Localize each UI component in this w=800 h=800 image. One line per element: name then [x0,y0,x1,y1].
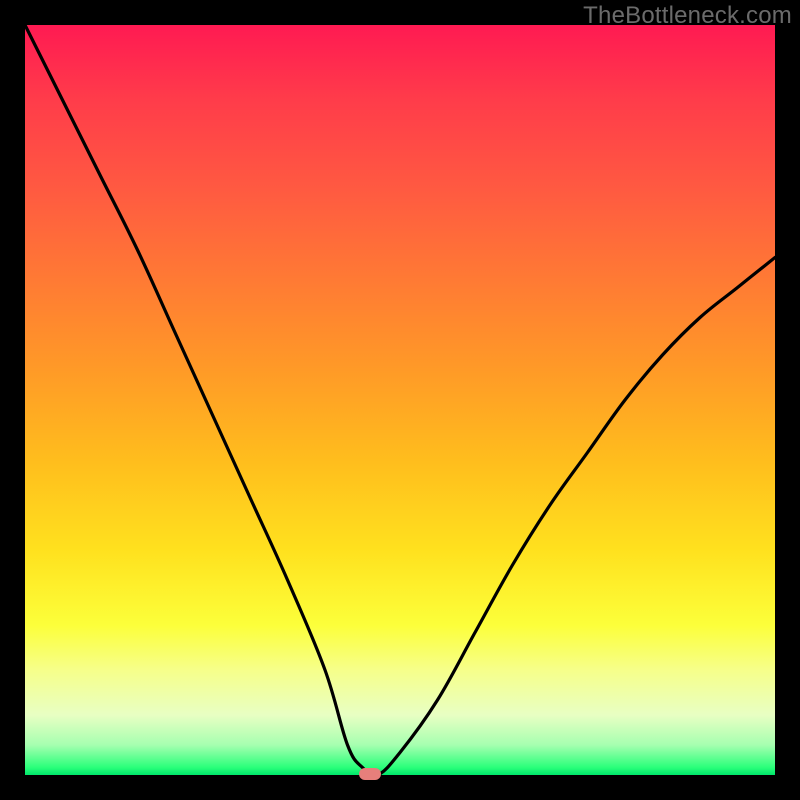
optimal-marker [359,768,381,780]
bottleneck-curve [25,25,775,775]
curve-path [25,25,775,775]
plot-area [25,25,775,775]
watermark-text: TheBottleneck.com [583,2,792,30]
